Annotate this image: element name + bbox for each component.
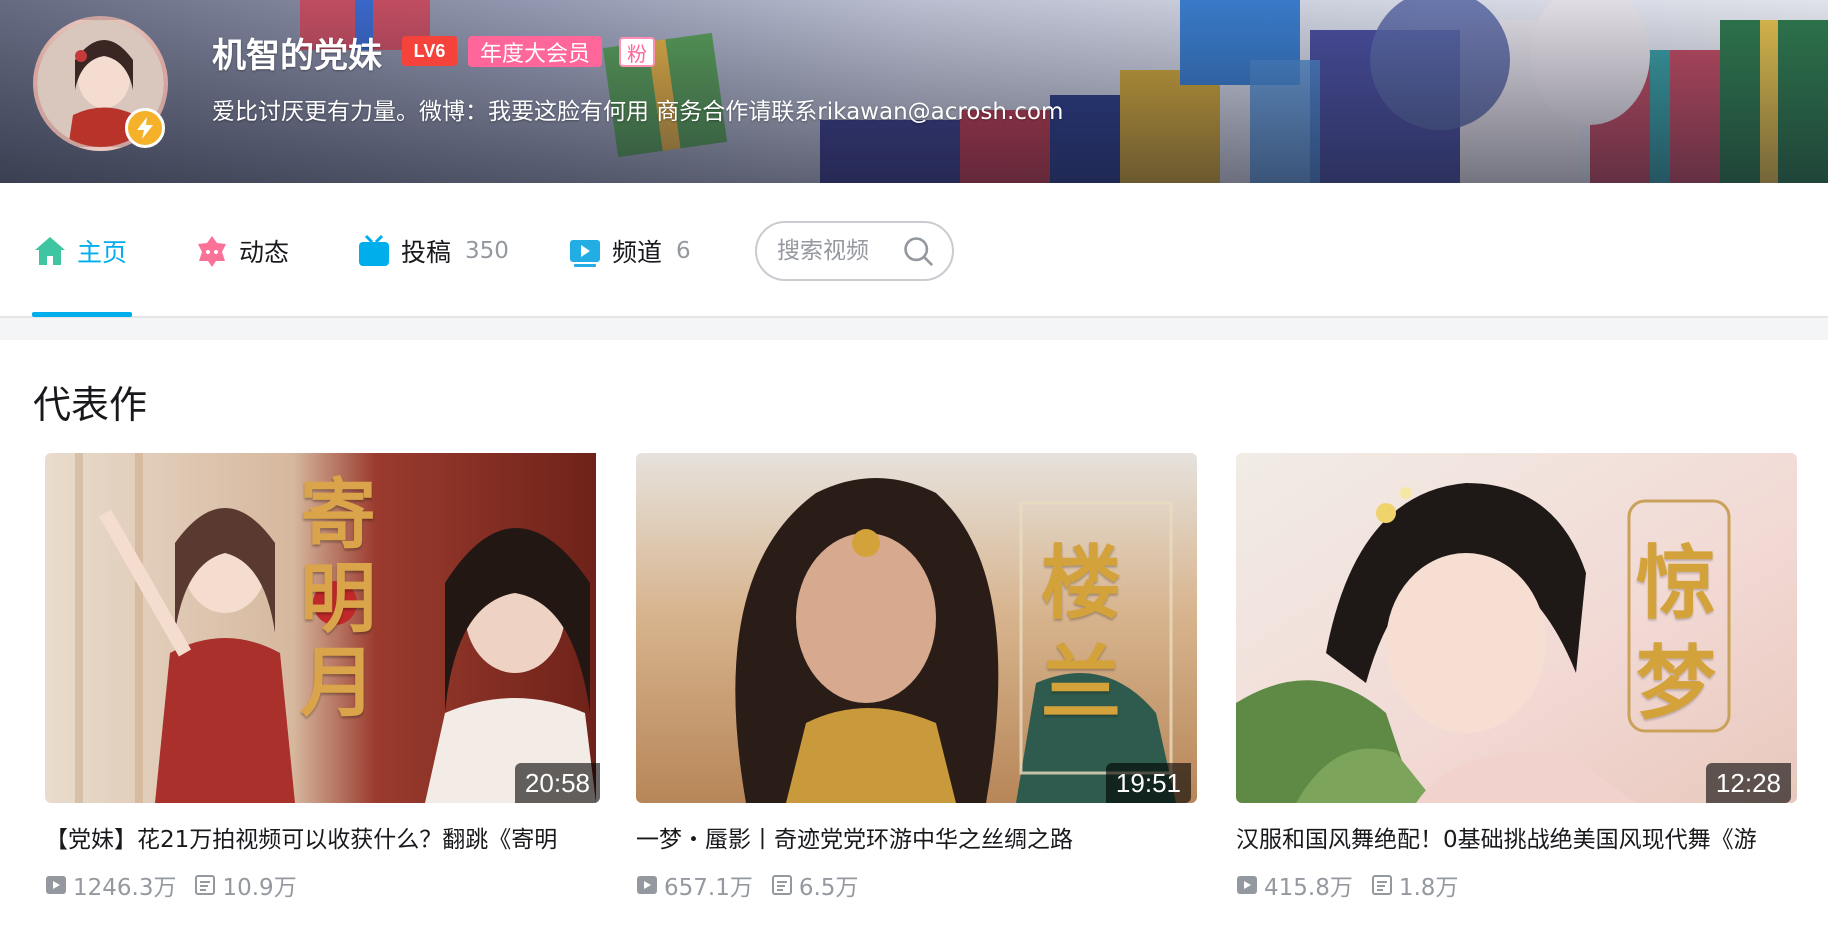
level-badge: LV6: [402, 36, 457, 66]
video-duration: 19:51: [1105, 763, 1191, 803]
thumbnail-calligraphy: 楼兰: [1041, 536, 1121, 730]
play-count: 415.8万: [1264, 875, 1353, 901]
tab-channels[interactable]: 频道 6: [568, 231, 691, 271]
danmaku-count: 1.8万: [1398, 875, 1459, 901]
video-duration: 12:28: [1705, 763, 1791, 803]
play-count-icon: [1237, 876, 1257, 894]
video-thumbnail[interactable]: 楼兰 19:51: [636, 453, 1197, 803]
video-search-box[interactable]: [755, 221, 954, 281]
video-stats: 415.8万 1.8万: [1236, 868, 1797, 902]
play-count-icon: [637, 876, 657, 894]
video-card[interactable]: 楼兰 19:51 一梦・蜃影丨奇迹党党环游中华之丝绸之路 657.1万 6.5万: [636, 453, 1197, 902]
uploads-count: 350: [465, 238, 509, 264]
username: 机智的党妹: [212, 36, 382, 76]
thumbnail-calligraphy: 寄明月: [300, 470, 376, 727]
danmaku-count: 6.5万: [798, 875, 859, 901]
tv-icon: [359, 234, 389, 266]
video-stats: 1246.3万 10.9万: [45, 868, 606, 902]
thumbnail-calligraphy: 惊梦: [1636, 536, 1716, 730]
video-title[interactable]: 汉服和国风舞绝配！0基础挑战绝美国风现代舞《游: [1236, 820, 1797, 854]
search-icon[interactable]: [902, 233, 934, 269]
tab-uploads[interactable]: 投稿 350: [357, 231, 509, 271]
video-thumbnail[interactable]: 寄明月 20:58: [45, 453, 606, 803]
danmaku-count-icon: [195, 875, 216, 895]
tab-home[interactable]: 主页: [33, 231, 127, 271]
user-signature: 爱比讨厌更有力量。微博：我要这脸有何用 商务合作请联系rikawan@acros…: [212, 99, 1064, 125]
channels-count: 6: [676, 238, 691, 264]
video-title[interactable]: 【党妹】花21万拍视频可以收获什么？翻跳《寄明: [45, 820, 606, 854]
video-title[interactable]: 一梦・蜃影丨奇迹党党环游中华之丝绸之路: [636, 820, 1197, 854]
play-count: 1246.3万: [73, 875, 177, 901]
video-stats: 657.1万 6.5万: [636, 868, 1197, 902]
danmaku-count-icon: [1371, 875, 1392, 895]
section-divider: [0, 318, 1828, 340]
video-card[interactable]: 寄明月 20:58 【党妹】花21万拍视频可以收获什么？翻跳《寄明 1246.3…: [45, 453, 606, 902]
play-count: 657.1万: [664, 875, 753, 901]
danmaku-count: 10.9万: [222, 875, 297, 901]
profile-nav: 主页 动态 投稿 350 频道 6: [0, 183, 1828, 318]
tab-uploads-label: 投稿: [401, 238, 452, 267]
danmaku-count-icon: [771, 875, 792, 895]
search-input[interactable]: [777, 238, 902, 264]
play-count-icon: [46, 876, 66, 894]
video-duration: 20:58: [514, 763, 600, 803]
tab-home-label: 主页: [77, 238, 128, 267]
dynamic-icon: [198, 236, 226, 267]
profile-banner: 机智的党妹 LV6 年度大会员 粉 爱比讨厌更有力量。微博：我要这脸有何用 商务…: [0, 0, 1828, 183]
verified-bolt-icon: [125, 108, 165, 148]
tab-dynamic-label: 动态: [239, 238, 290, 267]
fan-badge[interactable]: 粉: [619, 37, 655, 67]
vip-badge[interactable]: 年度大会员: [468, 36, 603, 67]
video-card[interactable]: 惊梦 12:28 汉服和国风舞绝配！0基础挑战绝美国风现代舞《游 415.8万 …: [1236, 453, 1797, 902]
video-thumbnail[interactable]: 惊梦 12:28: [1236, 453, 1797, 803]
tab-dynamic[interactable]: 动态: [195, 231, 289, 271]
active-tab-underline: [32, 312, 132, 317]
tab-channels-label: 频道: [612, 238, 663, 267]
home-icon: [35, 237, 65, 265]
channel-icon: [570, 240, 600, 267]
section-title: 代表作: [33, 383, 148, 427]
